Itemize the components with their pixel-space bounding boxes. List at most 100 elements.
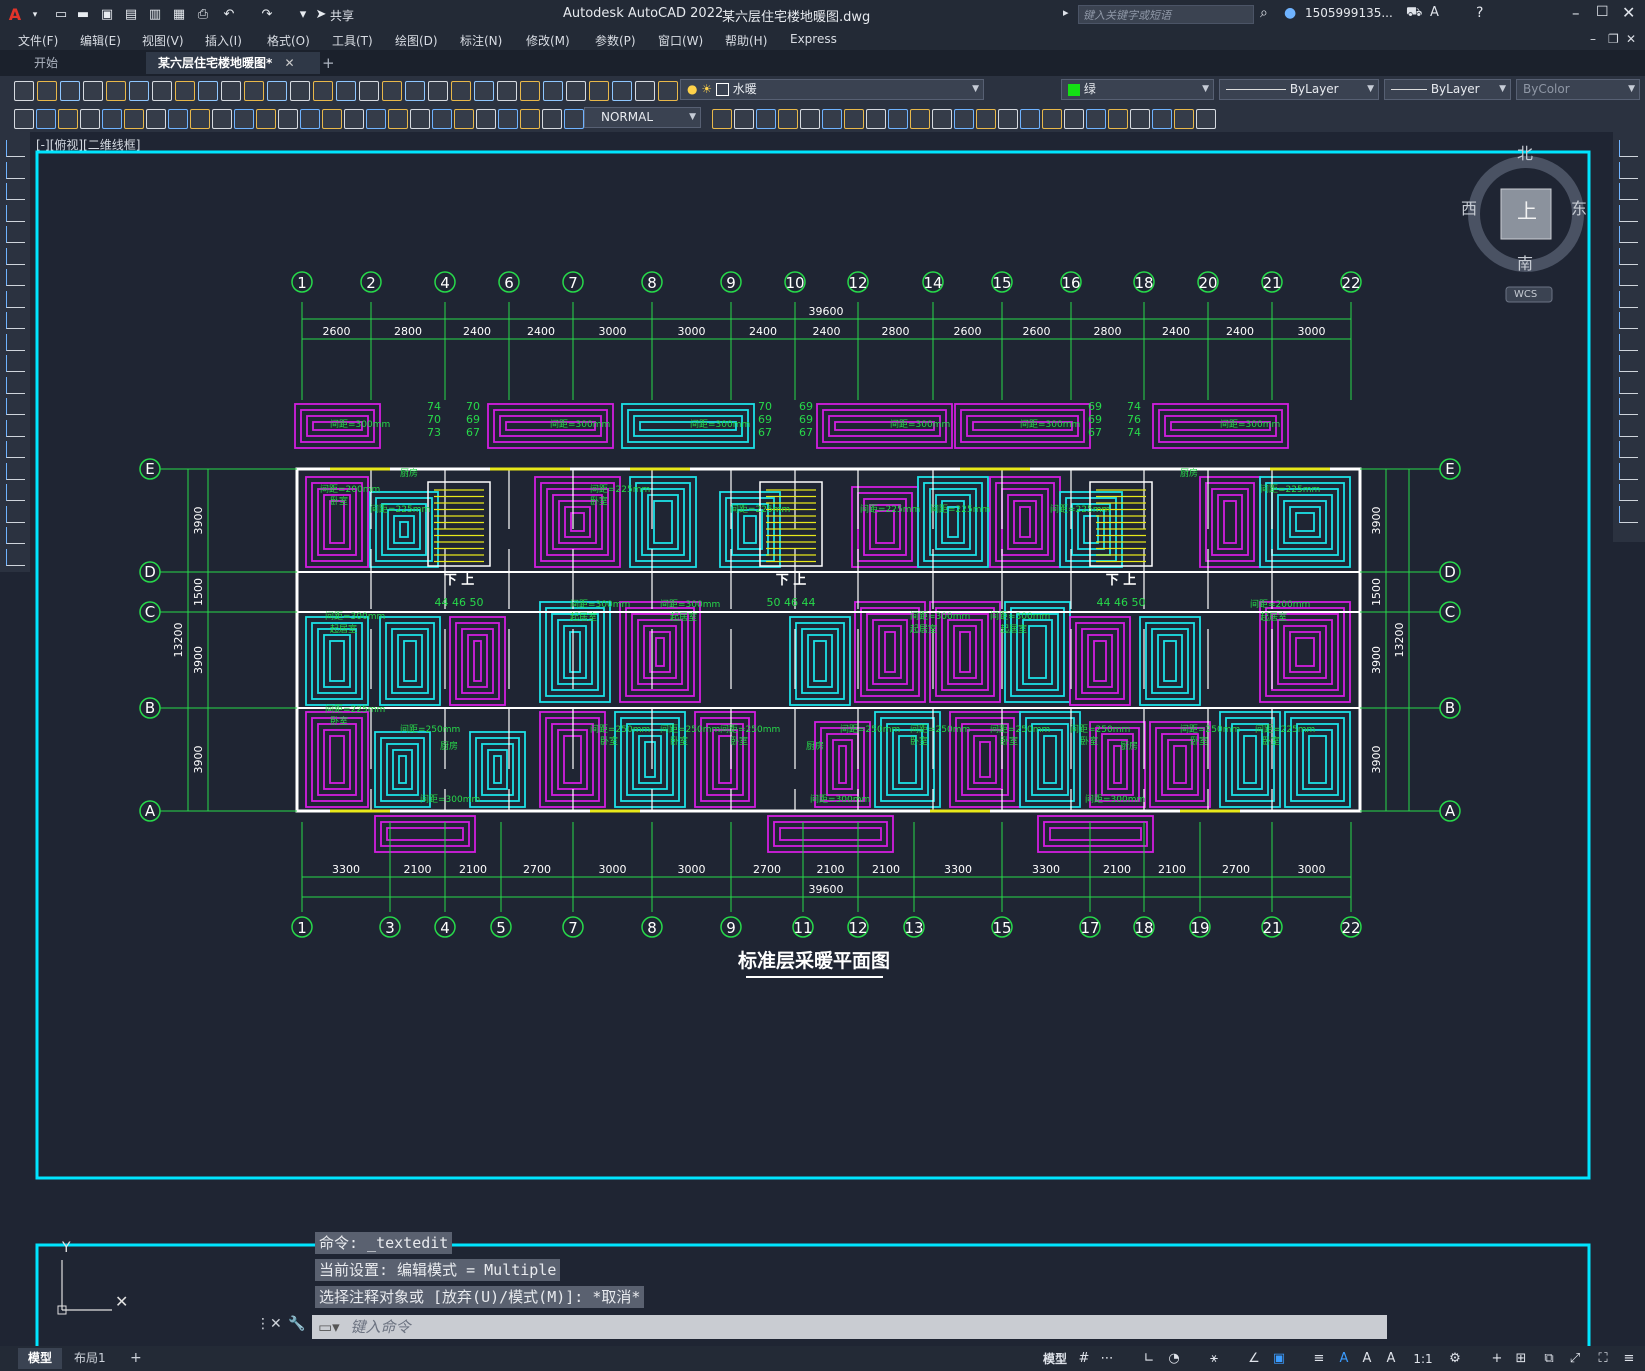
tool-button-icon[interactable] [359,81,379,101]
tool-button-icon[interactable] [344,109,364,129]
tool-button-icon[interactable] [712,109,732,129]
hardware-acceleration-icon[interactable]: ⤢ [1566,1350,1584,1368]
side-tool-icon[interactable] [1619,226,1638,243]
side-tool-icon[interactable] [6,462,25,480]
tool-button-icon[interactable] [888,109,908,129]
tool-button-icon[interactable] [910,109,930,129]
tool-button-icon[interactable] [300,109,320,129]
tool-button-icon[interactable] [36,109,56,129]
customize-qat-icon[interactable]: ▾ [294,6,312,24]
tool-button-icon[interactable] [152,81,172,101]
tool-button-icon[interactable] [212,109,232,129]
annotation-monitor-icon[interactable]: + [1488,1350,1506,1368]
tool-button-icon[interactable] [474,81,494,101]
annotation-scale-icon[interactable]: A [1382,1350,1400,1368]
tool-button-icon[interactable] [954,109,974,129]
user-icon[interactable]: ● [1284,5,1296,21]
side-tool-icon[interactable] [6,312,25,329]
tool-button-icon[interactable] [198,81,218,101]
side-tool-icon[interactable] [6,204,25,222]
tool-button-icon[interactable] [612,81,632,101]
menu-window[interactable]: 窗口(W) [658,32,703,49]
side-tool-icon[interactable] [6,333,25,351]
viewcube-east[interactable]: 东 [1571,195,1587,219]
tool-button-icon[interactable] [520,109,540,129]
tool-button-icon[interactable] [256,109,276,129]
tool-button-icon[interactable] [410,109,430,129]
new-tab-icon[interactable]: + [310,52,347,74]
save-web-icon[interactable]: ▦ [170,6,188,24]
annotation-scale-value[interactable]: 1:1 [1408,1350,1438,1368]
model-space-button[interactable]: 模型 [1040,1350,1070,1368]
side-tool-icon[interactable] [6,441,25,458]
side-tool-icon[interactable] [6,548,25,566]
menu-view[interactable]: 视图(V) [142,32,184,49]
command-prompt-icon[interactable]: ▭▾ [318,1318,340,1336]
menu-modify[interactable]: 修改(M) [526,32,570,49]
side-tool-icon[interactable] [1619,183,1638,200]
menu-tools[interactable]: 工具(T) [332,32,373,49]
autodesk-app-icon[interactable]: A [1430,5,1439,20]
app-menu-arrow-icon[interactable]: ▾ [26,6,44,24]
tab-close-icon[interactable]: ✕ [284,56,294,70]
viewcube-south[interactable]: 南 [1517,250,1533,274]
side-tool-icon[interactable] [6,226,25,243]
viewcube-west[interactable]: 西 [1461,195,1477,219]
menu-dimension[interactable]: 标注(N) [460,32,502,49]
side-tool-icon[interactable] [6,183,25,200]
redo-icon[interactable]: ↷ [258,6,276,24]
tool-button-icon[interactable] [146,109,166,129]
tool-button-icon[interactable] [844,109,864,129]
command-close-icon[interactable]: ⋮✕ [256,1316,282,1332]
maximize-icon[interactable]: ☐ [1596,4,1609,20]
workspace-gear-icon[interactable]: ⚙ [1446,1350,1464,1368]
tool-button-icon[interactable] [932,109,952,129]
tool-button-icon[interactable] [175,81,195,101]
viewport-label[interactable]: [-][俯视][二维线框] [36,136,140,153]
side-tool-icon[interactable] [1619,161,1638,179]
tool-button-icon[interactable] [1020,109,1040,129]
menu-edit[interactable]: 编辑(E) [80,32,121,49]
viewcube-top-face[interactable]: 上 [1517,195,1537,224]
minimize-icon[interactable]: – [1572,4,1580,22]
share-label[interactable]: 共享 [330,7,354,24]
tool-button-icon[interactable] [520,81,540,101]
side-tool-icon[interactable] [1619,204,1638,222]
doc-restore-icon[interactable]: ❐ [1608,32,1619,46]
side-tool-icon[interactable] [1619,376,1638,394]
menu-parametric[interactable]: 参数(P) [595,32,636,49]
tool-button-icon[interactable] [564,109,584,129]
side-tool-icon[interactable] [6,419,25,437]
side-tool-icon[interactable] [1619,269,1638,286]
open-web-icon[interactable]: ▥ [146,6,164,24]
tool-button-icon[interactable] [432,109,452,129]
command-input[interactable]: ▭▾ 键入命令 [312,1315,1387,1339]
drawing-canvas[interactable]: 1 2600 2 2800 4 2400 6 2400 7 3000 8 3000 9 2400 10 240… [30,132,1613,1200]
menu-draw[interactable]: 绘图(D) [395,32,438,49]
tool-button-icon[interactable] [1042,109,1062,129]
tool-button-icon[interactable] [1108,109,1128,129]
side-tool-icon[interactable] [1619,484,1638,501]
tool-button-icon[interactable] [221,81,241,101]
menu-format[interactable]: 格式(O) [267,32,310,49]
tool-button-icon[interactable] [102,109,122,129]
tool-button-icon[interactable] [37,81,57,101]
tool-button-icon[interactable] [14,109,34,129]
tool-button-icon[interactable] [1174,109,1194,129]
ortho-icon[interactable]: ∟ [1140,1350,1158,1368]
tool-button-icon[interactable] [388,109,408,129]
tool-button-icon[interactable] [106,81,126,101]
doc-close-icon[interactable]: ✕ [1626,32,1636,46]
layer-dropdown[interactable]: ● ☀ 水暖 ▼ [680,79,984,100]
tool-button-icon[interactable] [244,81,264,101]
new-file-icon[interactable]: ▭ [52,6,70,24]
tool-button-icon[interactable] [589,81,609,101]
search-expand-icon[interactable]: ▸ [1063,6,1069,19]
tool-button-icon[interactable] [322,109,342,129]
user-name[interactable]: 1505999135... [1305,6,1393,20]
auto-scale-icon[interactable]: A [1358,1350,1376,1368]
tab-layout1[interactable]: 布局1 [64,1348,116,1369]
tool-button-icon[interactable] [454,109,474,129]
tool-button-icon[interactable] [756,109,776,129]
tool-button-icon[interactable] [734,109,754,129]
